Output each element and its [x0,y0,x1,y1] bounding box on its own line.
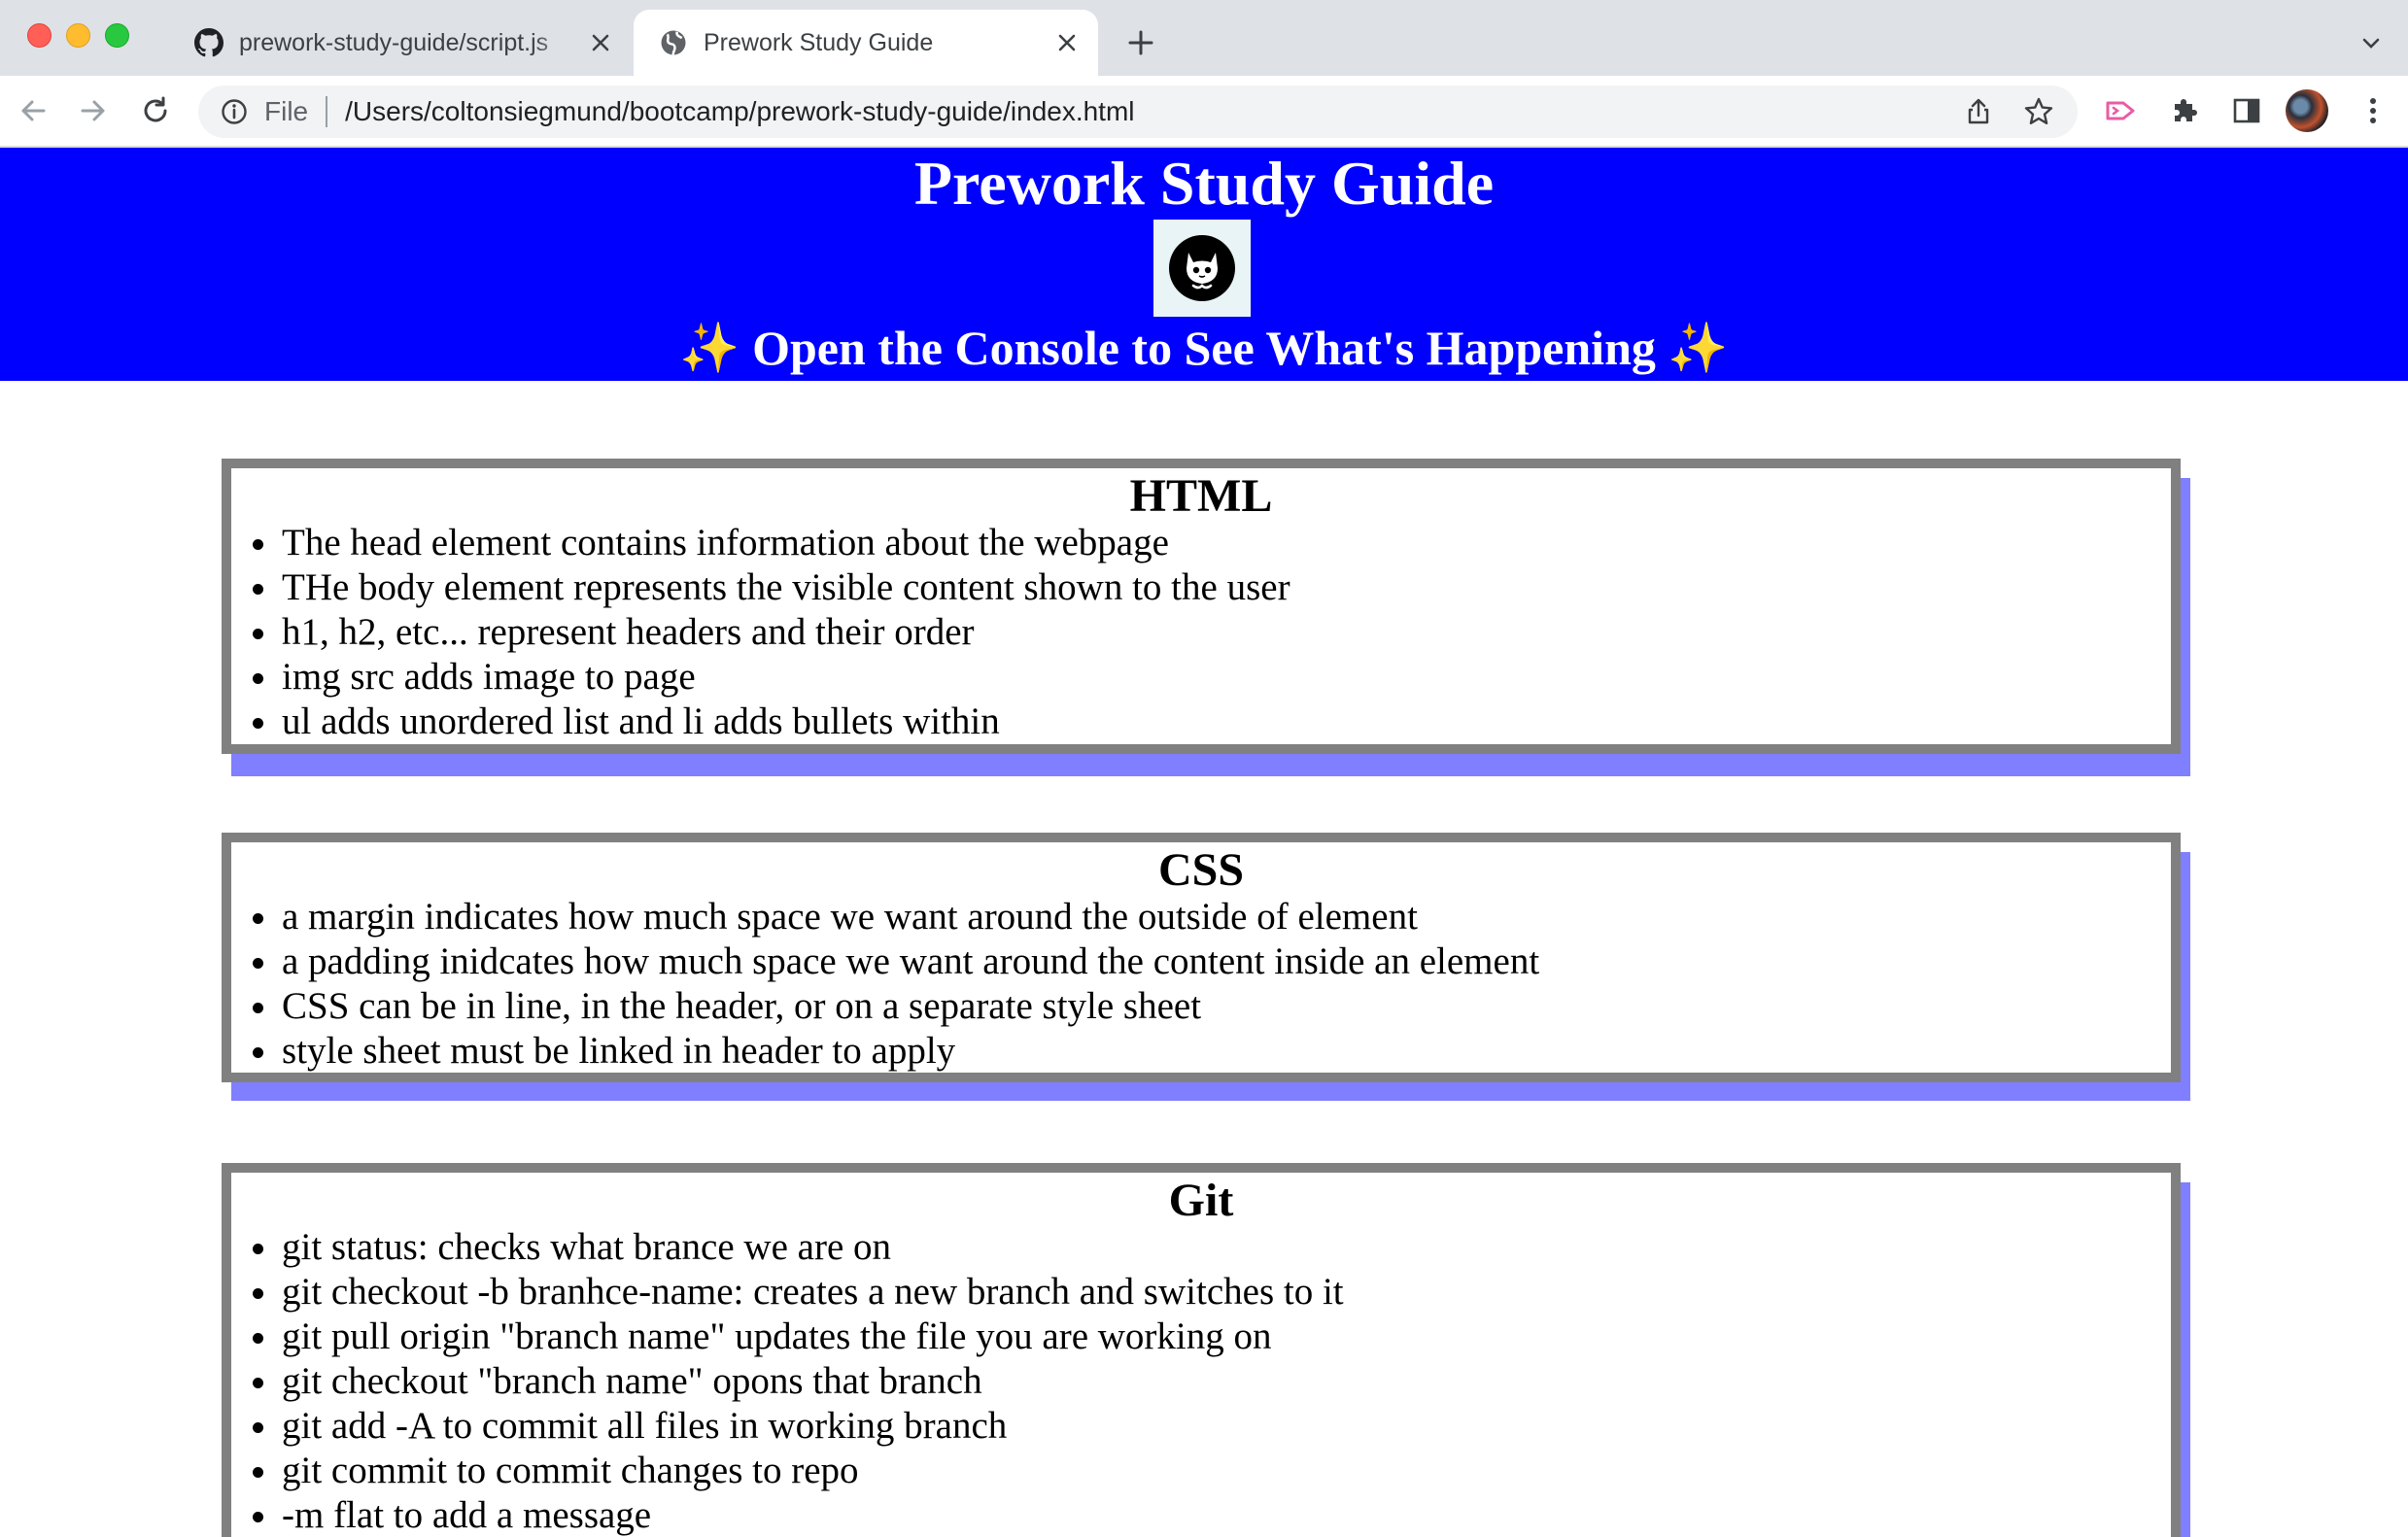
close-window-button[interactable] [27,23,52,48]
reload-icon[interactable] [134,89,177,132]
list-item: git checkout "branch name" opons that br… [253,1359,2171,1404]
list-item: a margin indicates how much space we wan… [253,895,2171,939]
tab-title: prework-study-guide/script.js [239,28,549,56]
list-item: ul adds unordered list and li adds bulle… [253,700,2171,744]
side-panel-icon[interactable] [2225,89,2268,132]
back-arrow-icon[interactable] [12,89,54,132]
list-item: git commit to commit changes to repo [253,1449,2171,1493]
section-heading: Git [1168,1175,1234,1226]
subtitle-text: Open the Console to See What's Happening [752,321,1656,375]
tab-close-icon[interactable] [583,25,618,60]
section-list: The head element contains information ab… [231,521,2171,744]
scheme-label: File [264,96,309,126]
bookmark-star-icon[interactable] [2017,90,2060,133]
list-item: git pull origin "branch name" updates th… [253,1315,2171,1359]
section-card: HTML The head element contains informati… [222,459,2181,754]
list-item: git status: checks what brance we are on [253,1225,2171,1270]
github-icon [192,26,225,59]
section-list: git status: checks what brance we are on… [231,1225,2171,1537]
tab-script-js[interactable]: prework-study-guide/script.js [175,10,632,76]
list-item: CSS can be in line, in the header, or on… [253,984,2171,1029]
octocat-logo [1153,220,1251,317]
minimize-window-button[interactable] [66,23,90,48]
new-tab-button[interactable] [1119,21,1162,64]
list-item: git checkout -b branhce-name: creates a … [253,1270,2171,1315]
kebab-menu-icon[interactable] [2352,89,2394,132]
section-card: Git git status: checks what brance we ar… [222,1163,2181,1537]
puzzle-icon[interactable] [2163,89,2206,132]
octocat-icon [1169,235,1235,301]
list-item: img src adds image to page [253,655,2171,700]
list-item: a padding inidcates how much space we wa… [253,939,2171,984]
address-bar[interactable]: File /Users/coltonsiegmund/bootcamp/prew… [198,85,2078,138]
list-item: The head element contains information ab… [253,521,2171,565]
list-item: THe body element represents the visible … [253,565,2171,610]
sparkle-icon: ✨ [679,321,740,375]
sparkle-icon: ✨ [1668,321,1729,375]
section-heading: CSS [1157,844,1245,896]
browser-toolbar: File /Users/coltonsiegmund/bootcamp/prew… [0,76,2408,148]
list-item: h1, h2, etc... represent headers and the… [253,610,2171,655]
list-item: git add -A to commit all files in workin… [253,1404,2171,1449]
webpage-viewport: Prework Study Guide ✨ Open the Console t… [0,148,2408,1537]
url-text[interactable]: /Users/coltonsiegmund/bootcamp/prework-s… [345,96,1957,127]
avatar[interactable] [2286,89,2328,132]
page-subtitle: ✨ Open the Console to See What's Happeni… [0,319,2408,377]
page-title: Prework Study Guide [913,149,1495,218]
section-heading: HTML [1129,470,1273,522]
list-item: -m flat to add a message [253,1493,2171,1537]
maximize-window-button[interactable] [105,23,129,48]
tab-title: Prework Study Guide [704,28,934,56]
info-icon[interactable] [218,95,251,128]
share-icon[interactable] [1957,90,2000,133]
tab-prework-study-guide[interactable]: Prework Study Guide [634,10,1098,76]
tab-search-chevron-icon[interactable] [2352,23,2391,62]
list-item: style sheet must be linked in header to … [253,1029,2171,1074]
tab-strip: prework-study-guide/script.js Prework St… [0,0,2408,76]
omnibox-divider [326,96,328,127]
page-header: Prework Study Guide ✨ Open the Console t… [0,148,2408,381]
section-list: a margin indicates how much space we wan… [231,895,2171,1074]
globe-icon [657,26,690,59]
forward-arrow-icon[interactable] [72,89,115,132]
tab-close-icon[interactable] [1049,25,1084,60]
extension-icon[interactable] [2099,89,2142,132]
section-card: CSS a margin indicates how much space we… [222,833,2181,1082]
